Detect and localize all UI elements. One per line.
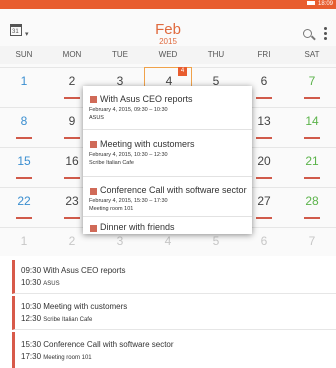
event-indicator (256, 177, 272, 179)
popup-event-time: February 4, 2015, 09:30 – 10:30 (89, 107, 168, 113)
day-number: 22 (17, 194, 31, 208)
event-indicator (256, 137, 272, 139)
popup-event-location: Scribe Italian Cafe (89, 160, 134, 166)
event-indicator (16, 217, 32, 219)
battery-icon (306, 1, 315, 6)
weekday-mon: MON (62, 50, 82, 59)
day-cell[interactable]: 28 (288, 187, 336, 227)
weekday-wed: WED (158, 50, 178, 59)
day-cell[interactable]: 14 (288, 107, 336, 147)
weekday-tue: TUE (112, 50, 128, 59)
popup-event-location: Meeting room 101 (89, 206, 134, 212)
event-indicator (16, 137, 32, 139)
day-number: 28 (305, 194, 319, 208)
event-indicator (304, 97, 320, 99)
calendar-app: 18:09 31 ▾ Feb 2015 SUN MON TUE WED THU … (0, 0, 336, 368)
event-indicator (64, 137, 80, 139)
popup-event-item[interactable]: With Asus CEO reports February 4, 2015, … (83, 86, 252, 130)
day-number: 3 (116, 234, 124, 248)
event-list: 09:30 With Asus CEO reports 10:30 ASUS 1… (0, 256, 336, 368)
weekday-sat: SAT (304, 50, 320, 59)
day-cell[interactable]: 1 (0, 67, 48, 107)
event-start-title: 09:30 With Asus CEO reports (21, 266, 126, 275)
status-time: 18:09 (317, 1, 333, 7)
day-number: 4 (164, 234, 172, 248)
day-number: 2 (68, 234, 76, 248)
event-end-location: 17:30 Meeting room 101 (21, 352, 92, 361)
day-cell[interactable]: 21 (288, 147, 336, 187)
event-start-title: 10:30 Meeting with customers (21, 302, 128, 311)
event-indicator (304, 137, 320, 139)
event-color-square (90, 225, 97, 232)
popup-event-title: Conference Call with software sector (100, 185, 247, 195)
day-number: 15 (17, 154, 31, 168)
day-number: 1 (20, 234, 28, 248)
day-number: 6 (260, 234, 268, 248)
event-item[interactable]: 10:30 Meeting with customers 12:30 Scrib… (12, 296, 336, 330)
day-number: 7 (308, 234, 316, 248)
status-bar: 18:09 (0, 0, 336, 9)
popup-event-item[interactable]: Meeting with customers February 4, 2015,… (83, 130, 252, 177)
event-color-square (90, 188, 97, 195)
event-indicator (64, 97, 80, 99)
year-label: 2015 (159, 37, 177, 46)
day-number: 14 (305, 114, 319, 128)
event-indicator (256, 217, 272, 219)
event-indicator (304, 177, 320, 179)
popup-event-title: Dinner with friends (100, 222, 175, 232)
popup-event-location: ASUS (89, 115, 104, 121)
popup-event-item[interactable]: Dinner with friends (83, 217, 252, 234)
weekday-header: SUN MON TUE WED THU FRI SAT (0, 50, 336, 64)
day-number: 1 (20, 74, 28, 88)
event-end-location: 10:30 ASUS (21, 278, 60, 287)
event-end-location: 12:30 Scribe Italian Cafe (21, 314, 93, 323)
day-cell[interactable]: 15 (0, 147, 48, 187)
day-number: 21 (305, 154, 319, 168)
event-indicator (16, 177, 32, 179)
popup-event-title: With Asus CEO reports (100, 94, 193, 104)
day-number: 5 (212, 234, 220, 248)
popup-event-time: February 4, 2015, 15:30 – 17:30 (89, 198, 168, 204)
day-events-popup: With Asus CEO reports February 4, 2015, … (83, 86, 252, 234)
popup-event-title: Meeting with customers (100, 139, 195, 149)
day-cell[interactable]: 7 (288, 67, 336, 107)
weekday-fri: FRI (257, 50, 271, 59)
event-indicator (304, 217, 320, 219)
event-color-square (90, 96, 97, 103)
popup-event-item[interactable]: Conference Call with software sector Feb… (83, 177, 252, 217)
event-indicator (64, 177, 80, 179)
event-count-badge: 4 (178, 67, 187, 76)
more-options-icon[interactable] (324, 27, 327, 41)
app-header: 31 ▾ Feb 2015 (0, 9, 336, 46)
event-indicator (256, 97, 272, 99)
event-color-square (90, 141, 97, 148)
event-indicator (64, 217, 80, 219)
event-item[interactable]: 15:30 Conference Call with software sect… (12, 332, 336, 368)
day-cell[interactable]: 8 (0, 107, 48, 147)
day-number: 8 (20, 114, 28, 128)
day-number: 7 (308, 74, 316, 88)
day-cell[interactable]: 22 (0, 187, 48, 227)
event-start-title: 15:30 Conference Call with software sect… (21, 340, 174, 349)
search-icon[interactable] (303, 29, 312, 38)
month-title[interactable]: Feb (0, 21, 336, 38)
event-item[interactable]: 09:30 With Asus CEO reports 10:30 ASUS (12, 260, 336, 294)
weekday-thu: THU (207, 50, 225, 59)
popup-event-time: February 4, 2015, 10:30 – 12:30 (89, 152, 168, 158)
weekday-sun: SUN (15, 50, 33, 59)
